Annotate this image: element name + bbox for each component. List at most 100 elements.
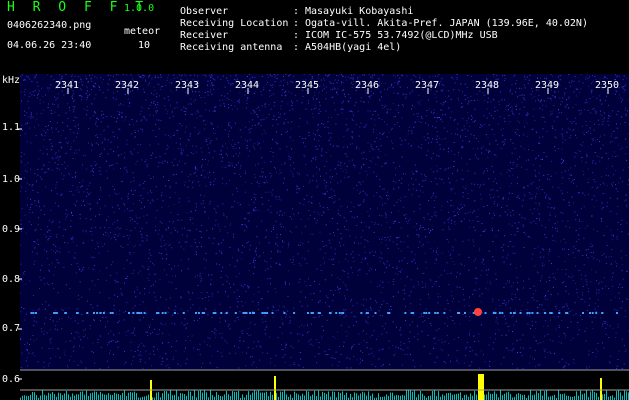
noise-pixel [36, 118, 38, 120]
noise-pixel [531, 97, 533, 99]
noise-pixel [102, 79, 104, 81]
noise-pixel [292, 208, 293, 210]
noise-pixel [289, 109, 291, 111]
noise-pixel [115, 341, 117, 343]
noise-pixel [591, 186, 593, 188]
noise-pixel [473, 260, 475, 262]
noise-pixel [385, 105, 387, 107]
noise-pixel [365, 299, 367, 301]
noise-pixel [119, 233, 121, 235]
noise-pixel [86, 106, 88, 108]
noise-pixel [398, 260, 400, 262]
noise-pixel [34, 173, 36, 175]
noise-pixel [588, 350, 590, 352]
noise-pixel [67, 214, 69, 216]
noise-pixel [617, 190, 619, 192]
noise-pixel [220, 270, 222, 272]
noise-pixel [263, 118, 265, 120]
noise-pixel [338, 346, 340, 347]
noise-pixel [270, 266, 272, 268]
noise-pixel [215, 333, 217, 335]
noise-pixel [342, 100, 344, 102]
noise-pixel [54, 162, 56, 164]
noise-pixel [118, 320, 120, 322]
noise-pixel [301, 305, 303, 307]
noise-pixel [617, 228, 619, 230]
noise-pixel [425, 115, 427, 117]
noise-pixel [380, 306, 382, 308]
noise-pixel [566, 118, 568, 120]
noise-pixel [410, 279, 412, 281]
noise-pixel [386, 267, 387, 269]
noise-pixel [544, 320, 546, 322]
noise-pixel [495, 273, 497, 275]
noise-pixel [226, 342, 228, 344]
noise-pixel [156, 96, 158, 98]
noise-pixel [147, 84, 149, 86]
noise-pixel [612, 272, 614, 274]
noise-pixel [450, 150, 452, 152]
noise-pixel [269, 89, 271, 91]
noise-pixel [408, 337, 410, 339]
noise-pixel [278, 116, 280, 118]
noise-pixel [537, 364, 539, 366]
noise-pixel [592, 172, 594, 174]
noise-pixel [142, 240, 144, 242]
meta-value-receiver: ICOM IC-575 53.7492(@LCD)MHz USB [305, 30, 498, 41]
noise-pixel [25, 232, 27, 234]
noise-pixel [69, 359, 70, 361]
noise-pixel [224, 166, 226, 168]
noise-pixel [621, 270, 623, 272]
noise-pixel [49, 362, 50, 364]
noise-pixel [420, 299, 421, 301]
noise-pixel [413, 314, 415, 316]
noise-pixel [274, 105, 276, 107]
noise-pixel [377, 286, 379, 288]
noise-pixel [86, 188, 88, 190]
noise-pixel [144, 161, 146, 163]
noise-pixel [408, 189, 410, 191]
noise-pixel [467, 212, 469, 214]
noise-pixel [401, 74, 402, 76]
noise-pixel [317, 77, 319, 79]
noise-pixel [465, 99, 467, 101]
noise-pixel [37, 174, 39, 176]
noise-pixel [351, 159, 353, 161]
noise-pixel [319, 169, 321, 171]
noise-pixel [456, 180, 458, 182]
noise-pixel [116, 117, 118, 119]
noise-pixel [463, 362, 465, 364]
noise-pixel [331, 117, 333, 119]
noise-pixel [134, 227, 136, 229]
noise-pixel [527, 302, 529, 304]
noise-pixel [433, 192, 434, 194]
noise-pixel [625, 199, 627, 201]
noise-pixel [357, 274, 359, 276]
noise-pixel [508, 209, 510, 211]
noise-pixel [572, 315, 574, 316]
noise-pixel [353, 356, 355, 357]
noise-pixel [589, 316, 591, 318]
noise-pixel [344, 177, 346, 179]
noise-pixel [221, 355, 223, 357]
noise-pixel [423, 217, 425, 218]
noise-pixel [350, 267, 352, 269]
noise-pixel [22, 272, 24, 274]
noise-pixel [126, 143, 128, 145]
noise-pixel [150, 190, 151, 192]
noise-pixel [123, 203, 125, 205]
noise-pixel [539, 280, 541, 282]
noise-pixel [324, 79, 325, 81]
noise-pixel [396, 266, 398, 268]
noise-pixel [264, 269, 266, 271]
noise-pixel [68, 107, 70, 109]
noise-pixel [453, 298, 454, 300]
noise-pixel [418, 283, 420, 285]
noise-pixel [28, 221, 30, 223]
noise-pixel [524, 99, 526, 101]
noise-pixel [495, 333, 496, 335]
noise-pixel [256, 345, 258, 347]
noise-pixel [378, 157, 380, 159]
noise-pixel [92, 268, 94, 270]
noise-pixel [292, 256, 294, 258]
